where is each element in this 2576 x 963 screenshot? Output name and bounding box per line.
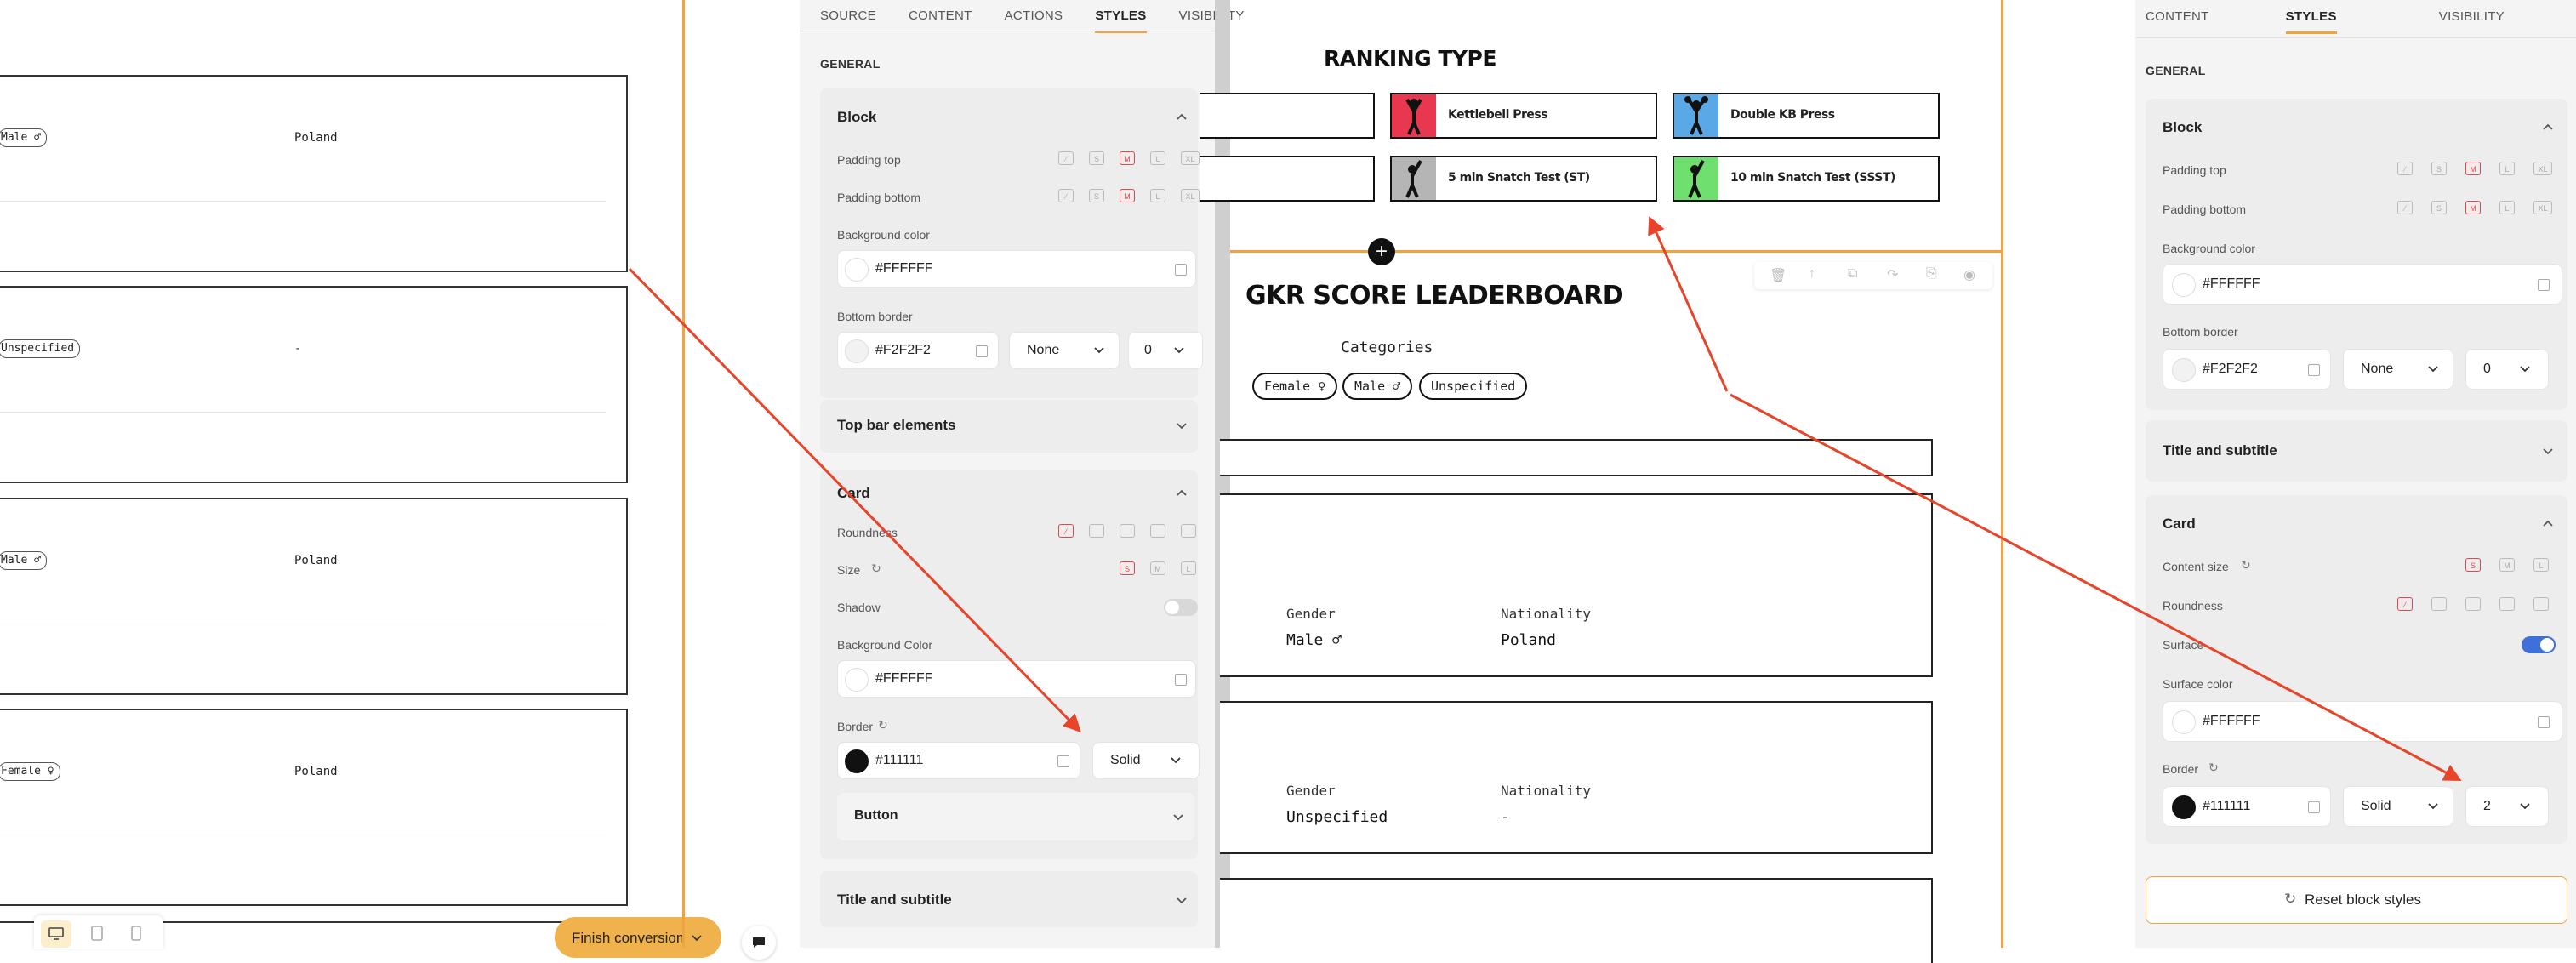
annotation-arrow [1730,393,2462,781]
annotation-arrow [628,267,1081,733]
annotation-arrows [628,216,2462,781]
annotation-arrow [1648,216,1729,392]
